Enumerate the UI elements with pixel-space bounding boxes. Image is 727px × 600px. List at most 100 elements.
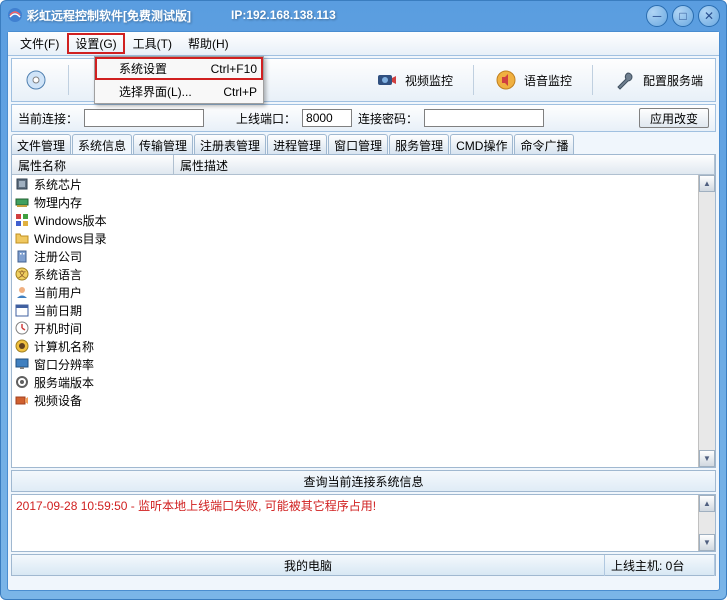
list-item-label: Windows版本 xyxy=(34,212,107,229)
list-item-label: 开机时间 xyxy=(34,320,82,337)
toolbar-label: 语音监控 xyxy=(524,72,572,89)
list-item[interactable]: Windows版本 xyxy=(12,211,715,229)
listview-header: 属性名称 属性描述 xyxy=(12,155,715,175)
scroll-down-icon[interactable]: ▼ xyxy=(699,534,715,551)
lang-icon: 文 xyxy=(14,266,30,282)
list-item[interactable]: 窗口分辨率 xyxy=(12,355,715,373)
tab-7[interactable]: CMD操作 xyxy=(450,134,513,154)
list-item[interactable]: Windows目录 xyxy=(12,229,715,247)
service-icon xyxy=(14,374,30,390)
statusbar-left: 我的电脑 xyxy=(12,555,605,576)
info-text: 查询当前连接系统信息 xyxy=(303,473,423,490)
settings-dropdown: 系统设置 Ctrl+F10 选择界面(L)... Ctrl+P xyxy=(94,56,264,104)
list-item[interactable]: 系统芯片 xyxy=(12,175,715,193)
tab-8[interactable]: 命令广播 xyxy=(514,134,574,154)
ram-icon xyxy=(14,194,30,210)
win-icon xyxy=(14,212,30,228)
statusbar: 我的电脑 上线主机: 0台 xyxy=(11,554,716,576)
list-item-label: Windows目录 xyxy=(34,230,107,247)
list-item-label: 系统语言 xyxy=(34,266,82,283)
list-item-label: 物理内存 xyxy=(34,194,82,211)
scroll-down-icon[interactable]: ▼ xyxy=(699,450,715,467)
list-item-label: 窗口分辨率 xyxy=(34,356,94,373)
scroll-up-icon[interactable]: ▲ xyxy=(699,495,715,512)
list-item[interactable]: 开机时间 xyxy=(12,319,715,337)
list-item-label: 系统芯片 xyxy=(34,176,82,193)
tab-4[interactable]: 进程管理 xyxy=(267,134,327,154)
speaker-icon xyxy=(494,68,518,92)
current-conn-label: 当前连接： xyxy=(18,110,78,127)
statusbar-right: 上线主机: 0台 xyxy=(605,555,715,576)
tab-5[interactable]: 窗口管理 xyxy=(328,134,388,154)
list-item[interactable]: 视频设备 xyxy=(12,391,715,409)
window-title: 彩虹远程控制软件[免费测试版] xyxy=(27,7,191,24)
listview: 属性名称 属性描述 系统芯片物理内存Windows版本Windows目录注册公司… xyxy=(11,154,716,468)
menu-help[interactable]: 帮助(H) xyxy=(180,33,237,54)
tab-2[interactable]: 传输管理 xyxy=(133,134,193,154)
menu-tools[interactable]: 工具(T) xyxy=(125,33,180,54)
toolbar-video-button[interactable]: 视频监控 xyxy=(367,64,461,96)
current-conn-input[interactable] xyxy=(84,109,204,127)
tabs: 文件管理系统信息传输管理注册表管理进程管理窗口管理服务管理CMD操作命令广播 xyxy=(11,134,716,154)
menubar: 文件(F) 设置(G) 工具(T) 帮助(H) xyxy=(8,32,719,56)
tab-3[interactable]: 注册表管理 xyxy=(194,134,266,154)
list-item-label: 当前用户 xyxy=(34,284,82,301)
menu-item-label: 选择界面(L)... xyxy=(119,83,192,100)
toolbar-label: 视频监控 xyxy=(405,72,453,89)
screen-icon xyxy=(14,356,30,372)
main-window: 彩虹远程控制软件[免费测试版] IP:192.168.138.113 ─ □ ✕… xyxy=(0,0,727,600)
list-item-label: 注册公司 xyxy=(34,248,82,265)
list-item[interactable]: 注册公司 xyxy=(12,247,715,265)
list-item-label: 服务端版本 xyxy=(34,374,94,391)
menu-item-system-settings[interactable]: 系统设置 Ctrl+F10 xyxy=(95,57,263,80)
list-item[interactable]: 当前用户 xyxy=(12,283,715,301)
list-item[interactable]: 服务端版本 xyxy=(12,373,715,391)
user-icon xyxy=(14,284,30,300)
toolbar-label: 配置服务端 xyxy=(643,72,703,89)
camera-icon xyxy=(375,68,399,92)
password-input[interactable] xyxy=(424,109,544,127)
col-attr-name[interactable]: 属性名称 xyxy=(12,155,174,174)
connection-row: 当前连接： 上线端口： 连接密码： 应用改变 xyxy=(11,104,716,132)
minimize-button[interactable]: ─ xyxy=(646,5,668,27)
list-item[interactable]: 物理内存 xyxy=(12,193,715,211)
port-input[interactable] xyxy=(302,109,352,127)
menu-item-select-ui[interactable]: 选择界面(L)... Ctrl+P xyxy=(95,80,263,103)
scrollbar[interactable]: ▲ ▼ xyxy=(698,175,715,467)
toolbar-cd-button[interactable] xyxy=(16,64,56,96)
info-bar: 查询当前连接系统信息 xyxy=(11,470,716,492)
list-item[interactable]: 当前日期 xyxy=(12,301,715,319)
list-item[interactable]: 文系统语言 xyxy=(12,265,715,283)
log-line: 2017-09-28 10:59:50 - 监听本地上线端口失败, 可能被其它程… xyxy=(16,499,376,513)
menu-settings[interactable]: 设置(G) xyxy=(67,33,124,54)
apply-button[interactable]: 应用改变 xyxy=(639,108,709,128)
svg-text:文: 文 xyxy=(18,269,26,279)
menu-item-shortcut: Ctrl+F10 xyxy=(195,62,257,76)
menu-item-shortcut: Ctrl+P xyxy=(207,85,257,99)
port-label: 上线端口： xyxy=(236,110,296,127)
list-item-label: 当前日期 xyxy=(34,302,82,319)
chip-icon xyxy=(14,176,30,192)
close-button[interactable]: ✕ xyxy=(698,5,720,27)
boot-icon xyxy=(14,320,30,336)
tab-6[interactable]: 服务管理 xyxy=(389,134,449,154)
date-icon xyxy=(14,302,30,318)
titlebar[interactable]: 彩虹远程控制软件[免费测试版] IP:192.168.138.113 xyxy=(1,1,726,29)
log-scrollbar[interactable]: ▲ ▼ xyxy=(698,495,715,551)
list-item-label: 视频设备 xyxy=(34,392,82,409)
maximize-button[interactable]: □ xyxy=(672,5,694,27)
log-view: 2017-09-28 10:59:50 - 监听本地上线端口失败, 可能被其它程… xyxy=(11,494,716,552)
folder-icon xyxy=(14,230,30,246)
app-icon xyxy=(7,7,23,23)
listview-body[interactable]: 系统芯片物理内存Windows版本Windows目录注册公司文系统语言当前用户当… xyxy=(12,175,715,467)
toolbar-config-server-button[interactable]: 配置服务端 xyxy=(605,64,711,96)
tab-1[interactable]: 系统信息 xyxy=(72,134,132,154)
scroll-up-icon[interactable]: ▲ xyxy=(699,175,715,192)
col-attr-desc[interactable]: 属性描述 xyxy=(174,155,715,174)
menu-file[interactable]: 文件(F) xyxy=(12,33,67,54)
tab-0[interactable]: 文件管理 xyxy=(11,134,71,154)
toolbar-voice-button[interactable]: 语音监控 xyxy=(486,64,580,96)
list-item[interactable]: 计算机名称 xyxy=(12,337,715,355)
company-icon xyxy=(14,248,30,264)
list-item-label: 计算机名称 xyxy=(34,338,94,355)
